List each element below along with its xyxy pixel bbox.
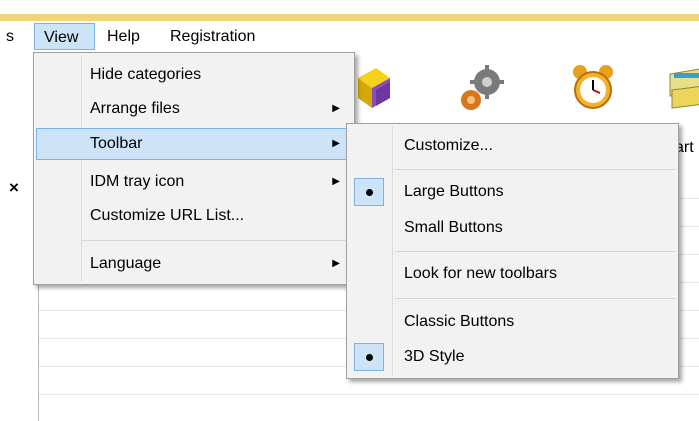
menu-item-customize[interactable]: Customize...: [349, 130, 676, 162]
gears-icon[interactable]: [455, 60, 505, 116]
menu-item-look-for-new-toolbars[interactable]: Look for new toolbars: [349, 258, 676, 290]
start-queue-icon[interactable]: [666, 60, 699, 116]
window-top-strip: [0, 0, 699, 14]
menu-item-label: Arrange files: [90, 100, 180, 117]
menu-tools[interactable]: s: [0, 23, 14, 50]
menu-item-hide-categories[interactable]: Hide categories: [36, 59, 352, 91]
view-menu: Hide categories Arrange files ▶ Toolbar …: [33, 52, 355, 285]
menu-item-label: Look for new toolbars: [404, 265, 557, 282]
menu-item-label: Toolbar: [90, 135, 143, 152]
alarm-clock-icon[interactable]: [568, 60, 618, 116]
menu-item-label: Classic Buttons: [404, 313, 515, 330]
menu-item-label: Large Buttons: [404, 183, 504, 200]
menu-view[interactable]: View: [34, 23, 95, 50]
menu-help[interactable]: Help: [107, 23, 140, 50]
menu-item-idm-tray-icon[interactable]: IDM tray icon ▶: [36, 166, 352, 198]
menu-item-label: IDM tray icon: [90, 173, 185, 190]
menu-item-label: 3D Style: [404, 348, 465, 365]
menu-separator: [395, 169, 676, 170]
menu-separator: [395, 251, 676, 252]
list-row-line: [39, 394, 699, 395]
menu-separator: [395, 298, 676, 299]
menu-separator: [82, 240, 352, 241]
radio-check-icon: [354, 178, 384, 206]
menu-bar: s View Help Registration: [0, 21, 699, 52]
submenu-arrow-icon: ▶: [332, 176, 340, 187]
menu-item-small-buttons[interactable]: Small Buttons: [349, 212, 676, 244]
menu-item-toolbar[interactable]: Toolbar ▶: [36, 128, 352, 160]
submenu-arrow-icon: ▶: [332, 138, 340, 149]
submenu-arrow-icon: ▶: [332, 103, 340, 114]
toolbar-submenu: Customize... Large Buttons Small Buttons…: [346, 123, 679, 379]
menu-item-classic-buttons[interactable]: Classic Buttons: [349, 306, 676, 338]
close-panel-icon[interactable]: ×: [9, 178, 19, 198]
menu-item-label: Hide categories: [90, 66, 202, 83]
submenu-arrow-icon: ▶: [332, 258, 340, 269]
title-accent-bar: [0, 14, 699, 21]
menu-item-label: Language: [90, 255, 162, 272]
menu-registration[interactable]: Registration: [170, 23, 255, 50]
menu-item-label: Customize URL List...: [90, 207, 245, 224]
menu-item-3d-style[interactable]: 3D Style: [349, 341, 676, 373]
menu-item-large-buttons[interactable]: Large Buttons: [349, 176, 676, 208]
menu-item-label: Customize...: [404, 137, 493, 154]
menu-gutter: [392, 126, 393, 376]
menu-item-arrange-files[interactable]: Arrange files ▶: [36, 93, 352, 125]
radio-check-icon: [354, 343, 384, 371]
menu-item-customize-url-list[interactable]: Customize URL List...: [36, 200, 352, 232]
menu-item-language[interactable]: Language ▶: [36, 248, 352, 280]
cube-icon[interactable]: [350, 60, 400, 116]
menu-item-label: Small Buttons: [404, 219, 503, 236]
